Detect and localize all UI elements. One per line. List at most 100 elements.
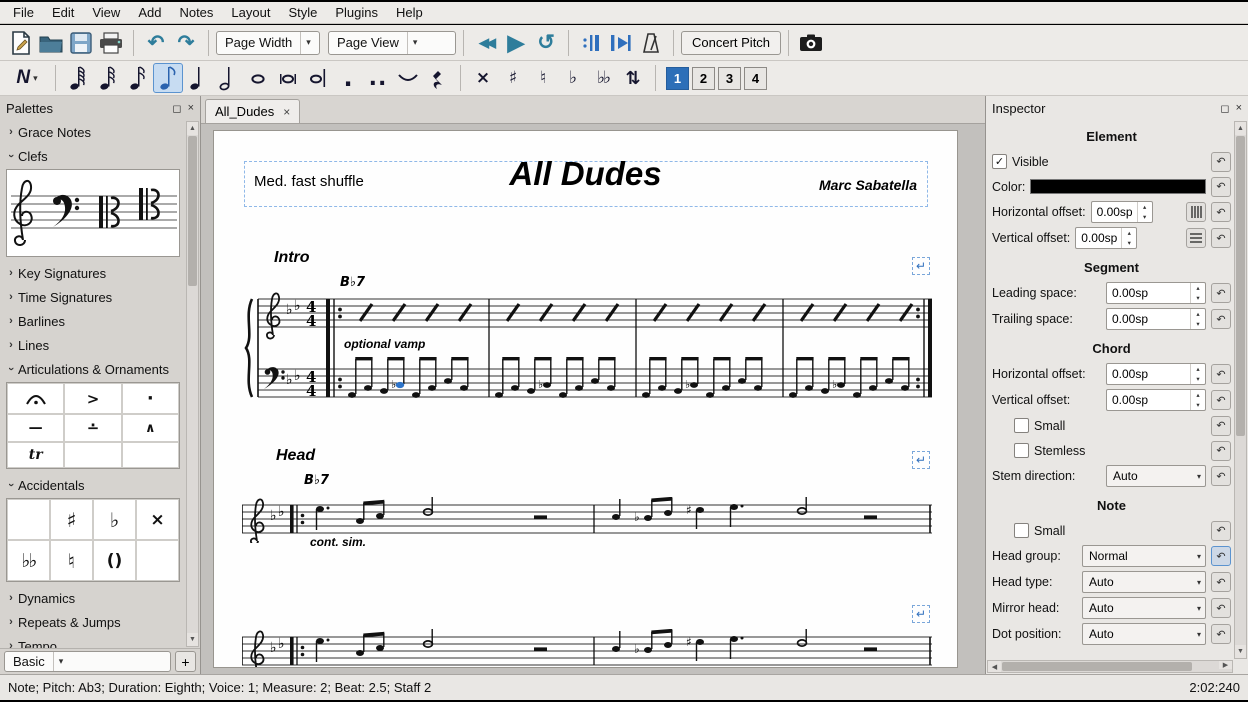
palette-item-key-signatures[interactable]: › Key Signatures bbox=[0, 261, 186, 285]
float-panel-icon[interactable]: ◻ bbox=[1220, 102, 1229, 115]
selected-note[interactable] bbox=[396, 382, 404, 388]
bass-measure[interactable] bbox=[789, 357, 910, 398]
system-break-marker[interactable]: ↵ bbox=[912, 257, 930, 275]
new-score-button[interactable] bbox=[6, 28, 36, 58]
float-panel-icon[interactable]: ◻ bbox=[172, 102, 181, 115]
rehearsal-mark-head[interactable]: Head bbox=[276, 447, 315, 465]
time-signature[interactable]: 44 44 bbox=[306, 298, 316, 400]
trailing-space-spinbox[interactable]: 0.00sp ▴▾ bbox=[1106, 308, 1206, 330]
spin-up-icon[interactable]: ▴ bbox=[1191, 390, 1205, 400]
zoom-combo[interactable]: Page Width ▾ bbox=[216, 31, 320, 55]
fermata-cell[interactable] bbox=[7, 383, 64, 414]
workspace-combo[interactable]: Basic ▾ bbox=[4, 651, 171, 672]
spin-down-icon[interactable]: ▾ bbox=[1122, 238, 1136, 248]
palette-item-accidentals[interactable]: › Accidentals bbox=[0, 473, 186, 497]
reset-button[interactable]: ↶ bbox=[1211, 364, 1231, 384]
spin-up-icon[interactable]: ▴ bbox=[1191, 283, 1205, 293]
natural-cell[interactable]: ♮ bbox=[50, 540, 93, 581]
spin-down-icon[interactable]: ▾ bbox=[1191, 319, 1205, 329]
reset-button[interactable]: ↶ bbox=[1211, 202, 1231, 222]
scrollbar-thumb[interactable] bbox=[1002, 662, 1192, 671]
composer-text[interactable]: Marc Sabatella bbox=[819, 177, 917, 193]
spin-down-icon[interactable]: ▾ bbox=[1138, 212, 1152, 222]
palette-item-dynamics[interactable]: › Dynamics bbox=[0, 586, 186, 610]
menu-view[interactable]: View bbox=[83, 3, 129, 22]
head-type-combo[interactable]: Auto ▾ bbox=[1082, 571, 1206, 593]
scrollbar-thumb[interactable] bbox=[188, 136, 197, 286]
palette-item-grace-notes[interactable]: › Grace Notes bbox=[0, 120, 186, 144]
stemless-checkbox[interactable] bbox=[1014, 443, 1029, 458]
scroll-up-icon[interactable]: ▲ bbox=[1235, 122, 1246, 135]
menu-style[interactable]: Style bbox=[279, 3, 326, 22]
palette-item-clefs[interactable]: › Clefs bbox=[0, 144, 186, 168]
double-flat-cell[interactable]: ♭♭ bbox=[7, 540, 50, 581]
bass-measure[interactable] bbox=[642, 357, 763, 398]
marcato-cell[interactable]: ∧ bbox=[122, 414, 179, 442]
visible-checkbox[interactable]: ✓ bbox=[992, 154, 1007, 169]
duration-whole-button[interactable] bbox=[243, 63, 273, 93]
system-1[interactable]: ♭ bbox=[242, 291, 936, 421]
scroll-down-icon[interactable]: ▼ bbox=[187, 633, 198, 646]
stem-direction-combo[interactable]: Auto ▾ bbox=[1106, 465, 1206, 487]
reset-button[interactable]: ↶ bbox=[1211, 572, 1231, 592]
spin-up-icon[interactable]: ▴ bbox=[1191, 364, 1205, 374]
leading-space-spinbox[interactable]: 0.00sp ▴▾ bbox=[1106, 282, 1206, 304]
sharp-cell[interactable]: ♯ bbox=[50, 499, 93, 540]
palette-item-time-signatures[interactable]: › Time Signatures bbox=[0, 285, 186, 309]
reset-button[interactable]: ↶ bbox=[1211, 228, 1231, 248]
reset-button[interactable]: ↶ bbox=[1211, 152, 1231, 172]
reset-button[interactable]: ↶ bbox=[1211, 521, 1231, 541]
menu-layout[interactable]: Layout bbox=[222, 3, 279, 22]
undo-button[interactable]: ↶ bbox=[141, 28, 171, 58]
reset-button[interactable]: ↶ bbox=[1211, 390, 1231, 410]
rewind-button[interactable]: ◀◀ bbox=[471, 28, 501, 58]
double-dot-button[interactable]: .. bbox=[363, 63, 393, 93]
natural-button[interactable]: ♮ bbox=[528, 63, 558, 93]
double-flat-button[interactable]: ♭♭ bbox=[588, 63, 618, 93]
tab-all-dudes[interactable]: All_Dudes × bbox=[205, 99, 300, 123]
view-mode-combo[interactable]: Page View ▾ bbox=[328, 31, 456, 55]
chord-small-checkbox[interactable] bbox=[1014, 418, 1029, 433]
rehearsal-mark-intro[interactable]: Intro bbox=[274, 249, 310, 267]
inspector-hscrollbar[interactable]: ◀ ▶ bbox=[987, 660, 1233, 673]
voffset-spinbox[interactable]: 0.00sp ▴▾ bbox=[1075, 227, 1137, 249]
palette-item-repeats-jumps[interactable]: › Repeats & Jumps bbox=[0, 610, 186, 634]
voice-2-button[interactable]: 2 bbox=[692, 67, 715, 90]
image-capture-button[interactable] bbox=[796, 28, 826, 58]
menu-notes[interactable]: Notes bbox=[170, 3, 222, 22]
trill-cell[interactable]: tr bbox=[7, 442, 64, 468]
double-sharp-button[interactable]: × bbox=[468, 63, 498, 93]
head-group-combo[interactable]: Normal ▾ bbox=[1082, 545, 1206, 567]
scroll-down-icon[interactable]: ▼ bbox=[1235, 645, 1246, 658]
bass-measure[interactable] bbox=[348, 357, 469, 398]
chord-symbol[interactable]: B♭7 bbox=[340, 275, 365, 290]
concert-pitch-button[interactable]: Concert Pitch bbox=[681, 31, 781, 55]
accent-cell[interactable]: > bbox=[64, 383, 121, 414]
duration-longa-button[interactable] bbox=[303, 63, 333, 93]
palette-item-lines[interactable]: › Lines bbox=[0, 333, 186, 357]
spin-up-icon[interactable]: ▴ bbox=[1191, 309, 1205, 319]
scroll-right-icon[interactable]: ▶ bbox=[1219, 661, 1232, 669]
score-page[interactable]: Med. fast shuffle All Dudes Marc Sabatel… bbox=[213, 130, 958, 668]
menu-help[interactable]: Help bbox=[387, 3, 432, 22]
key-signature[interactable]: ♭♭ ♭♭ bbox=[286, 298, 301, 388]
snap-horizontal-button[interactable] bbox=[1186, 202, 1206, 222]
sharp-button[interactable]: ♯ bbox=[498, 63, 528, 93]
flat-cell[interactable]: ♭ bbox=[93, 499, 136, 540]
scrollbar-thumb[interactable] bbox=[1236, 136, 1245, 436]
reset-button[interactable]: ↶ bbox=[1211, 441, 1231, 461]
close-panel-icon[interactable]: × bbox=[188, 102, 194, 115]
menu-plugins[interactable]: Plugins bbox=[326, 3, 387, 22]
palette-item-tempo[interactable]: › Tempo bbox=[0, 634, 186, 648]
tab-close-icon[interactable]: × bbox=[283, 105, 290, 119]
spin-down-icon[interactable]: ▾ bbox=[1191, 374, 1205, 384]
play-button[interactable]: ▶ bbox=[501, 28, 531, 58]
save-button[interactable] bbox=[66, 28, 96, 58]
duration-breve-button[interactable] bbox=[273, 63, 303, 93]
close-panel-icon[interactable]: × bbox=[1236, 102, 1242, 115]
voice-4-button[interactable]: 4 bbox=[744, 67, 767, 90]
staccato-cell[interactable]: · bbox=[122, 383, 179, 414]
augmentation-dot-button[interactable]: . bbox=[333, 63, 363, 93]
reset-button[interactable]: ↶ bbox=[1211, 283, 1231, 303]
system-3[interactable] bbox=[242, 629, 936, 668]
